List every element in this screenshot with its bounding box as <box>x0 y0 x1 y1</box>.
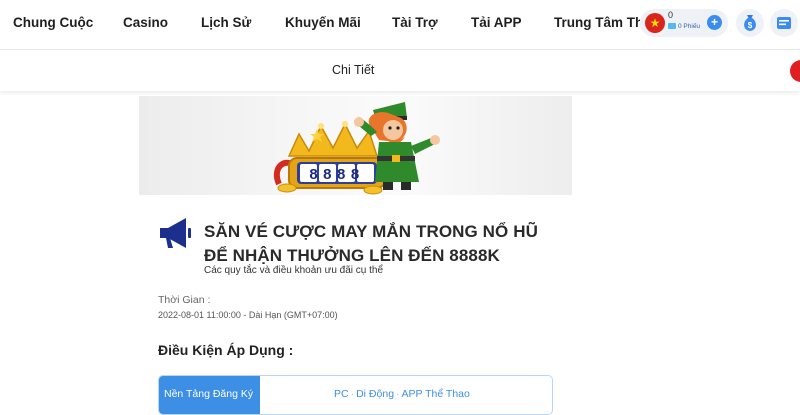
slot-machine-leprechaun-illustration: 8888 <box>274 102 440 195</box>
time-label: Thời Gian : <box>158 294 211 306</box>
megaphone-icon <box>156 214 194 257</box>
user-balance-pill[interactable]: ★ 0 0 Phiếu + <box>640 9 728 37</box>
top-navigation: Chung Cuộc Casino Lịch Sử Khuyến Mãi Tài… <box>0 0 800 50</box>
nav-item-tai-tro[interactable]: Tài Trợ <box>392 15 438 30</box>
svg-text:$: $ <box>748 21 753 30</box>
platform-pc: PC <box>334 388 349 400</box>
mail-button[interactable] <box>770 9 798 37</box>
ticket-label: 0 Phiếu <box>678 23 701 30</box>
nav-item-lich-su[interactable]: Lịch Sử <box>201 15 251 30</box>
deposit-plus-button[interactable]: + <box>707 15 722 30</box>
platform-sports-app: APP Thể Thao <box>401 388 470 400</box>
slot-digits: 8888 <box>309 166 364 183</box>
ticket-count: 0 Phiếu <box>668 23 700 30</box>
time-value: 2022-08-01 11:00:00 - Dài Hạn (GMT+07:00… <box>158 310 338 320</box>
page-title: Chi Tiết <box>332 63 375 77</box>
nav-item-trung-tam-thanh-vien[interactable]: Trung Tâm Thành Viên <box>554 15 640 30</box>
vietnam-flag-icon: ★ <box>645 13 665 33</box>
platform-label: Nền Tảng Đăng Ký <box>159 376 260 414</box>
platform-values: PC · Di Động · APP Thể Thao <box>334 388 470 400</box>
nav-item-casino[interactable]: Casino <box>123 15 168 30</box>
ticket-icon <box>668 23 676 30</box>
promo-title: SĂN VÉ CƯỢC MAY MẮN TRONG NỔ HŨ ĐỂ NHẬN … <box>204 220 564 268</box>
platform-mobile: Di Động <box>356 388 395 400</box>
close-icon[interactable] <box>790 60 800 82</box>
nav-item-chung-cuoc[interactable]: Chung Cuộc <box>13 15 93 30</box>
detail-subheader: Chi Tiết <box>0 51 800 91</box>
conditions-heading: Điều Kiện Áp Dụng : <box>158 342 294 358</box>
nav-item-tai-app[interactable]: Tải APP <box>471 15 522 30</box>
nav-item-khuyen-mai[interactable]: Khuyến Mãi <box>285 15 361 30</box>
promo-subtitle: Các quy tắc và điều khoản ưu đãi cụ thể <box>204 265 384 276</box>
promo-banner: 8888 <box>139 96 572 195</box>
promo-title-line-1: SĂN VÉ CƯỢC MAY MẮN TRONG NỔ HŨ <box>204 222 538 241</box>
money-bag-icon: $ <box>744 15 756 31</box>
money-bag-button[interactable]: $ <box>736 9 764 37</box>
balance-value: 0 <box>668 10 674 20</box>
conditions-table: Nền Tảng Đăng Ký PC · Di Động · APP Thể Thao <box>158 375 553 415</box>
inbox-icon <box>777 17 791 29</box>
separator-dot: · <box>350 388 355 400</box>
separator-dot: · <box>396 388 400 400</box>
